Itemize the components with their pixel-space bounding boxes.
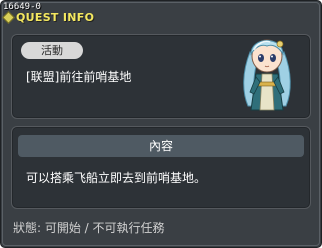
quest-info-window: 16649-0 QUEST INFO 活動 [联盟]前往前哨基地 內容 可以搭乘… bbox=[0, 0, 322, 248]
window-title: QUEST INFO bbox=[16, 11, 95, 24]
quest-category-tag: 活動 bbox=[21, 42, 83, 59]
quest-status: 狀態: 可開始 / 不可執行任務 bbox=[13, 221, 165, 235]
content-text: 可以搭乘飞船立即去到前哨基地。 bbox=[26, 171, 207, 185]
quest-title-icon bbox=[2, 11, 15, 24]
quest-content-panel: 內容 可以搭乘飞船立即去到前哨基地。 bbox=[11, 126, 311, 209]
npc-portrait-icon bbox=[243, 39, 291, 111]
content-header: 內容 bbox=[18, 135, 304, 157]
quest-name: [联盟]前往前哨基地 bbox=[26, 70, 132, 84]
